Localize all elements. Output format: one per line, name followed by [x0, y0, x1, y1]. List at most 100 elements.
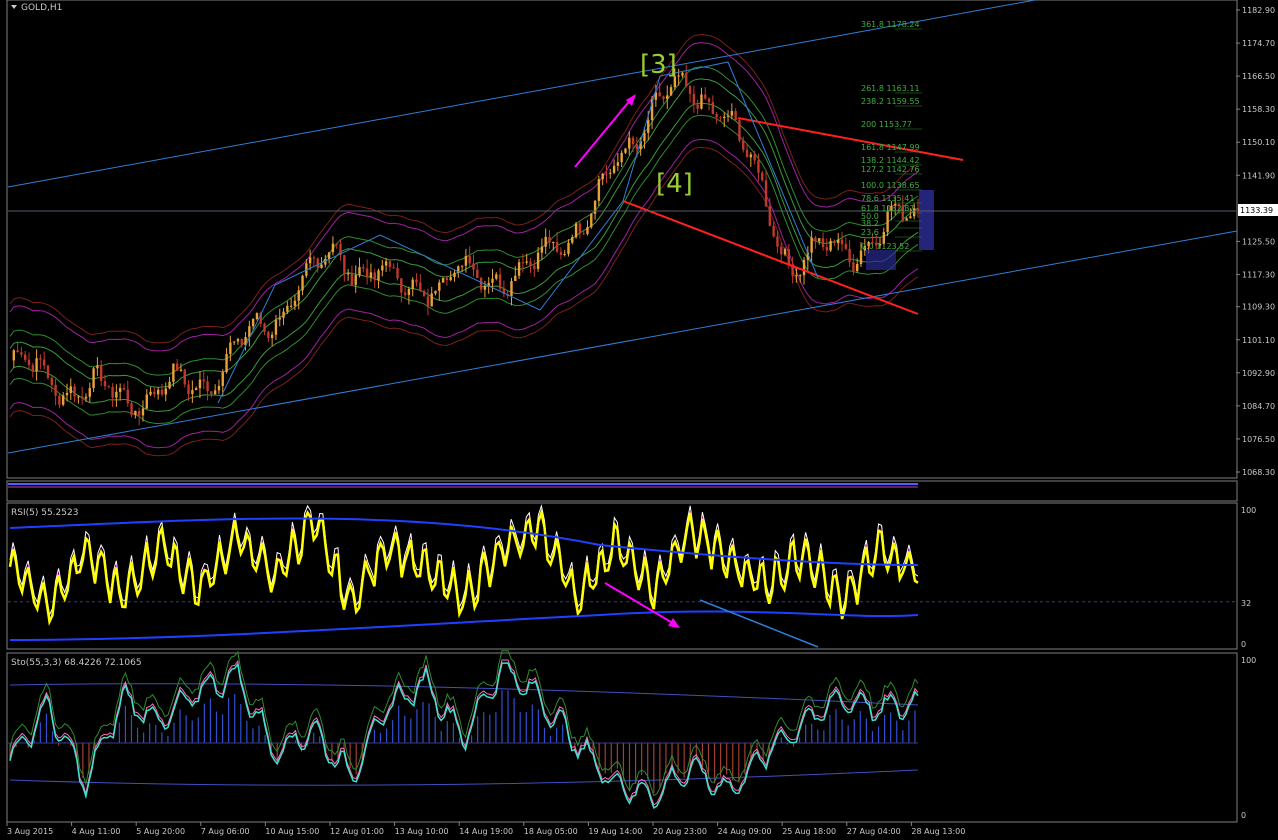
envelope-band [9, 33, 919, 344]
candle-body [31, 365, 34, 372]
candle-body [464, 255, 468, 266]
symbol-header[interactable]: GOLD,H1 [11, 3, 62, 13]
chart-canvas[interactable]: GOLD,H1 [3] [4] 1182.90 1174.70 1166.50 115… [0, 0, 1278, 840]
candle-body [175, 363, 179, 371]
price-tick-label: 1158.30 [1242, 105, 1275, 114]
candle-body [848, 248, 851, 263]
candle-body [605, 173, 608, 175]
candle-body [768, 206, 772, 226]
time-tick-label: 20 Aug 23:00 [653, 827, 707, 836]
candle-body [533, 265, 536, 269]
candle-body [730, 111, 734, 116]
candle-body [187, 384, 190, 395]
time-tick-label: 18 Aug 05:00 [524, 827, 578, 836]
rsi-magenta-arrow [604, 582, 677, 626]
current-price-label: 1133.39 [1240, 206, 1273, 215]
candle-body [438, 282, 441, 291]
time-tick-label: 4 Aug 11:00 [72, 827, 121, 836]
candle-body [886, 210, 889, 233]
fib-level-label: 100.0 1138.65 [861, 181, 920, 190]
candle-body [134, 411, 137, 416]
candle-body [563, 253, 566, 255]
rsi-divergence-line [699, 599, 819, 648]
candle-body [468, 255, 471, 264]
candle-body [346, 273, 350, 275]
candle-body [780, 246, 783, 255]
candle-body [521, 262, 525, 264]
candle-body [61, 395, 65, 405]
price-tick-label: 1166.50 [1242, 72, 1275, 81]
candle-body [396, 267, 399, 279]
candle-body [757, 160, 760, 173]
candle-body [460, 265, 464, 267]
candle-body [559, 251, 563, 255]
time-tick-label: 7 Aug 06:00 [201, 827, 250, 836]
candle-body [312, 257, 316, 259]
candle-body [745, 149, 749, 158]
main-panel-frame [6, 0, 1238, 479]
candle-body [286, 305, 289, 312]
envelope-band [9, 42, 919, 352]
candle-body [818, 238, 821, 242]
price-tick-label: 1141.90 [1242, 171, 1275, 180]
candle-body [202, 379, 205, 382]
candle-body [210, 391, 213, 395]
time-axis: 3 Aug 2015 4 Aug 11:00 5 Aug 20:00 7 Aug 06… [6, 822, 965, 836]
candle-body [46, 365, 50, 378]
candle-body [381, 265, 384, 271]
time-tick-label: 12 Aug 01:00 [330, 827, 384, 836]
candle-body [582, 233, 585, 235]
candle-body [426, 296, 430, 307]
candle-body [301, 275, 304, 291]
stoch-plot [8, 650, 919, 810]
candle-body [39, 358, 42, 360]
candle-body [373, 272, 376, 281]
price-tick-label: 1125.50 [1242, 237, 1275, 246]
candle-body [217, 385, 221, 391]
candle-body [240, 338, 243, 346]
time-tick-label: 5 Aug 20:00 [136, 827, 185, 836]
fib-level-label: 38.2 [861, 219, 879, 228]
candle-body [122, 388, 126, 390]
candle-body [776, 236, 779, 247]
candle-body [829, 240, 832, 251]
candle-body [354, 275, 357, 285]
envelope-band [9, 66, 919, 376]
rsi-magenta-arrow-head [668, 618, 680, 628]
candle-body [384, 261, 388, 266]
rsi-level-32: 32 [1241, 599, 1251, 608]
price-plot [7, 0, 1238, 457]
envelope-band [9, 102, 919, 412]
candle-body [42, 359, 46, 366]
candle-body [263, 323, 266, 332]
candle-body [742, 140, 745, 150]
candle-body [96, 365, 99, 369]
channel-lower-line [7, 230, 1238, 454]
candle-body [107, 386, 110, 388]
candle-body [111, 386, 114, 398]
candle-body [764, 180, 768, 207]
fib-level-label: 0.0 1123.52 [861, 242, 909, 251]
candle-body [343, 255, 346, 274]
candle-body [476, 269, 479, 278]
candle-body [453, 272, 456, 277]
candle-body [77, 396, 80, 398]
candle-body [491, 278, 494, 283]
candle-body [574, 223, 578, 238]
candle-body [495, 274, 498, 279]
candle-body [544, 236, 547, 247]
chevron-down-icon[interactable] [11, 5, 17, 9]
candle-body [153, 391, 156, 395]
price-tick-label: 1068.30 [1242, 468, 1275, 477]
rsi-level-100: 100 [1241, 506, 1256, 515]
candle-body [118, 388, 122, 392]
candle-body [58, 395, 61, 405]
price-tick-label: 1150.10 [1242, 138, 1275, 147]
time-tick-label: 3 Aug 2015 [7, 827, 53, 836]
candle-body [635, 144, 639, 150]
candle-body [80, 396, 84, 399]
candle-body [449, 276, 452, 281]
candle-body [331, 243, 335, 253]
candle-body [616, 162, 620, 166]
candle-body [643, 132, 646, 142]
